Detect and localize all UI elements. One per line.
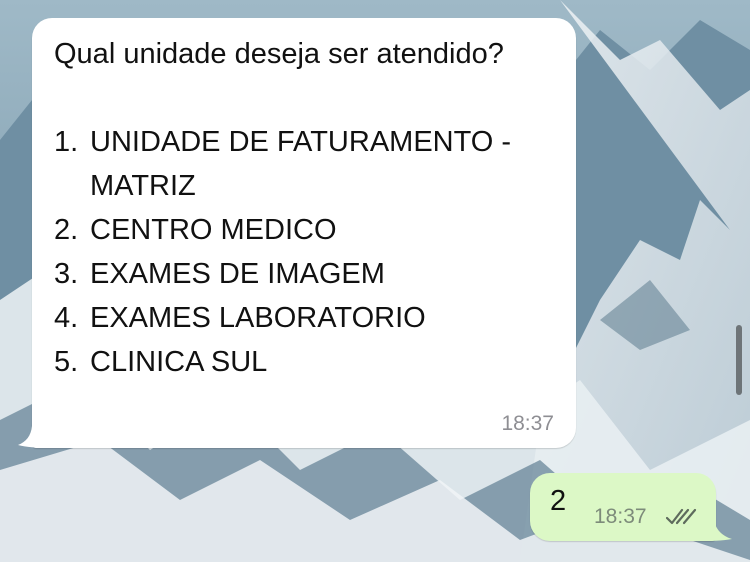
incoming-bubble-tail	[18, 426, 46, 448]
option-label: UNIDADE DE FATURAMENTO - MATRIZ	[90, 126, 512, 202]
option-number: 5.	[54, 346, 79, 378]
outgoing-message-time: 18:37	[594, 505, 647, 528]
option-item: 4. EXAMES LABORATORIO	[54, 296, 554, 340]
outgoing-message-text: 2	[550, 485, 567, 517]
message-question: Qual unidade deseja ser atendido?	[54, 38, 504, 70]
option-number: 3.	[54, 258, 79, 290]
option-number: 4.	[54, 302, 79, 334]
option-item: 2. CENTRO MEDICO	[54, 208, 554, 252]
option-label: CENTRO MEDICO	[90, 214, 337, 246]
incoming-message-time: 18:37	[501, 412, 554, 435]
option-number: 2.	[54, 214, 79, 246]
option-number: 1.	[54, 126, 79, 158]
option-label: EXAMES LABORATORIO	[90, 302, 426, 334]
scrollbar-thumb[interactable]	[736, 325, 742, 395]
option-item: 5. CLINICA SUL	[54, 340, 554, 384]
option-label: EXAMES DE IMAGEM	[90, 258, 385, 290]
option-label: CLINICA SUL	[90, 346, 268, 378]
incoming-message-bubble[interactable]: Qual unidade deseja ser atendido? 1. UNI…	[32, 18, 576, 448]
option-item: 3. EXAMES DE IMAGEM	[54, 252, 554, 296]
outgoing-message-bubble[interactable]: 2 18:37	[530, 473, 716, 541]
option-item: 1. UNIDADE DE FATURAMENTO - MATRIZ	[54, 120, 554, 208]
incoming-message-text: Qual unidade deseja ser atendido? 1. UNI…	[54, 32, 554, 384]
outgoing-bubble-tail	[700, 519, 732, 541]
double-check-icon	[666, 508, 697, 525]
